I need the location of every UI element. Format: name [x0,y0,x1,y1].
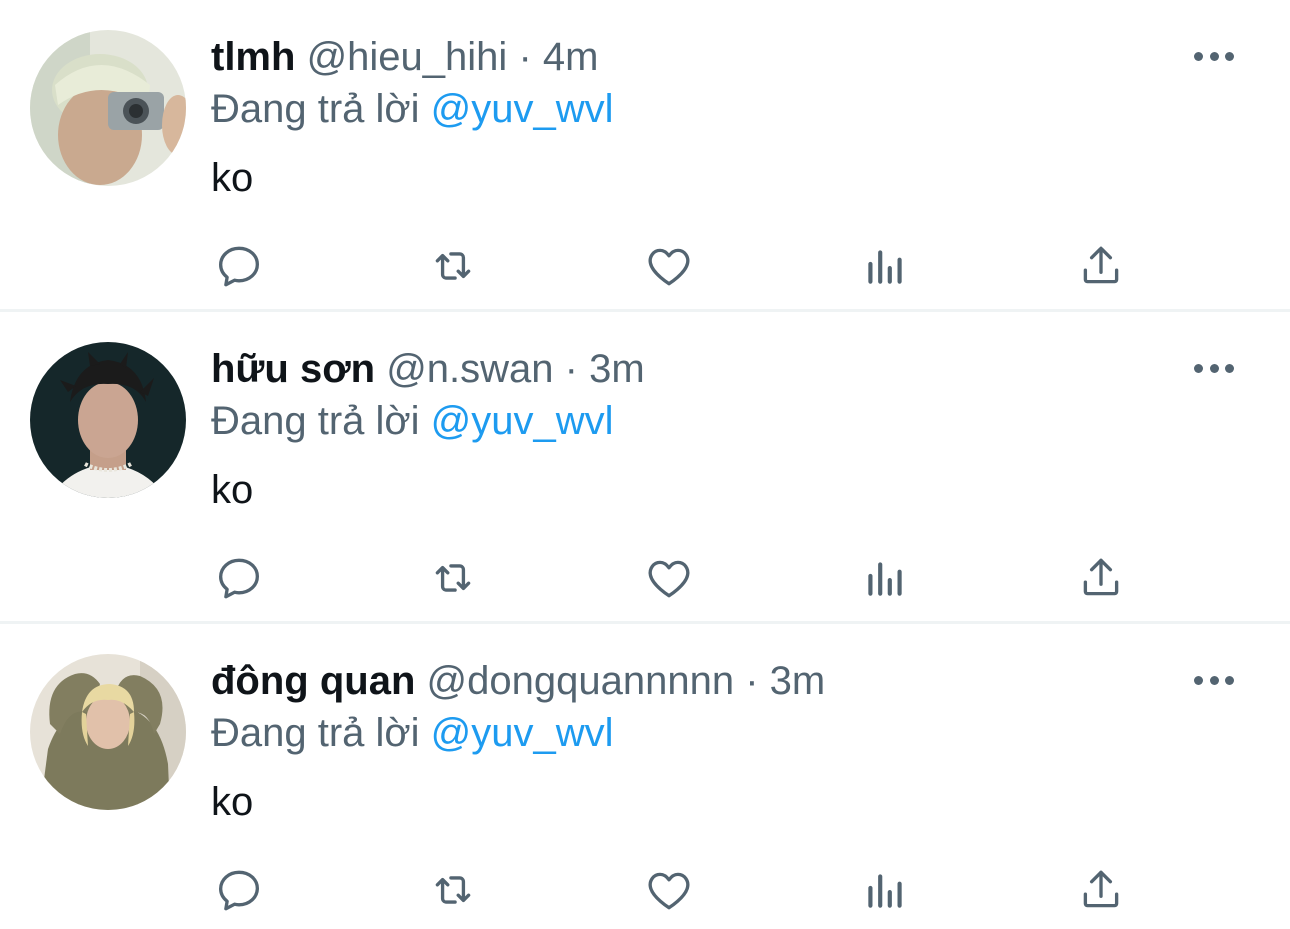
share-icon [1083,870,1119,908]
retweet-icon [435,876,471,904]
replying-label: Đang trả lời [211,87,420,131]
display-name[interactable]: đông quan [211,659,415,703]
display-name[interactable]: hữu sơn [211,347,375,391]
views-icon [868,250,902,284]
user-handle[interactable]: @dongquannnnn [427,659,735,703]
tweet-header: hữu sơn @n.swan · 3m [211,345,645,393]
timestamp[interactable]: 3m [770,659,826,703]
avatar-image [30,30,186,186]
like-button[interactable] [641,862,697,918]
mention-link[interactable]: @yuv_wvl [431,711,614,755]
reply-feed: tlmh @hieu_hihi · 4m Đang trả lời @yuv_w… [0,0,1290,929]
tweet-header: tlmh @hieu_hihi · 4m [211,33,598,81]
views-button[interactable] [857,862,913,918]
reply-button[interactable] [211,862,267,918]
separator-dot: · [745,659,759,703]
reply-button[interactable] [211,550,267,606]
timestamp[interactable]: 3m [589,347,645,391]
tweet-text: ko [211,156,254,200]
tweet-header: đông quan @dongquannnnn · 3m [211,657,825,705]
retweet-icon [435,252,471,280]
views-button[interactable] [857,238,913,294]
action-bar [211,550,1131,606]
replying-to: Đang trả lời @yuv_wvl [211,709,614,757]
reply-button[interactable] [211,238,267,294]
tweet[interactable]: hữu sơn @n.swan · 3m Đang trả lời @yuv_w… [0,312,1290,624]
more-options-icon[interactable] [1194,662,1234,698]
separator-dot: · [564,347,578,391]
user-handle[interactable]: @n.swan [386,347,553,391]
replying-label: Đang trả lời [211,399,420,443]
more-options-icon[interactable] [1194,350,1234,386]
like-button[interactable] [641,238,697,294]
reply-icon [219,246,259,287]
avatar[interactable] [30,342,186,498]
avatar[interactable] [30,654,186,810]
avatar-image [30,654,186,810]
like-icon [648,560,690,598]
like-icon [648,248,690,286]
replying-to: Đang trả lời @yuv_wvl [211,397,614,445]
reply-icon [219,870,259,911]
replying-label: Đang trả lời [211,711,420,755]
retweet-button[interactable] [425,862,481,918]
timestamp[interactable]: 4m [543,35,599,79]
retweet-button[interactable] [425,238,481,294]
share-icon [1083,558,1119,596]
views-icon [868,874,902,908]
more-options-icon[interactable] [1194,38,1234,74]
like-icon [648,872,690,910]
retweet-icon [435,564,471,592]
user-handle[interactable]: @hieu_hihi [307,35,508,79]
like-button[interactable] [641,550,697,606]
mention-link[interactable]: @yuv_wvl [431,87,614,131]
views-icon [868,562,902,596]
tweet[interactable]: tlmh @hieu_hihi · 4m Đang trả lời @yuv_w… [0,0,1290,312]
tweet-text: ko [211,468,254,512]
share-icon [1083,246,1119,284]
reply-icon [219,558,259,599]
action-bar [211,238,1131,294]
separator-dot: · [518,35,532,79]
share-button[interactable] [1073,550,1129,606]
share-button[interactable] [1073,862,1129,918]
tweet[interactable]: đông quan @dongquannnnn · 3m Đang trả lờ… [0,624,1290,929]
replying-to: Đang trả lời @yuv_wvl [211,85,614,133]
display-name[interactable]: tlmh [211,35,295,79]
share-button[interactable] [1073,238,1129,294]
avatar[interactable] [30,30,186,186]
avatar-image [30,342,186,498]
retweet-button[interactable] [425,550,481,606]
views-button[interactable] [857,550,913,606]
mention-link[interactable]: @yuv_wvl [431,399,614,443]
action-bar [211,862,1131,918]
tweet-text: ko [211,780,254,824]
